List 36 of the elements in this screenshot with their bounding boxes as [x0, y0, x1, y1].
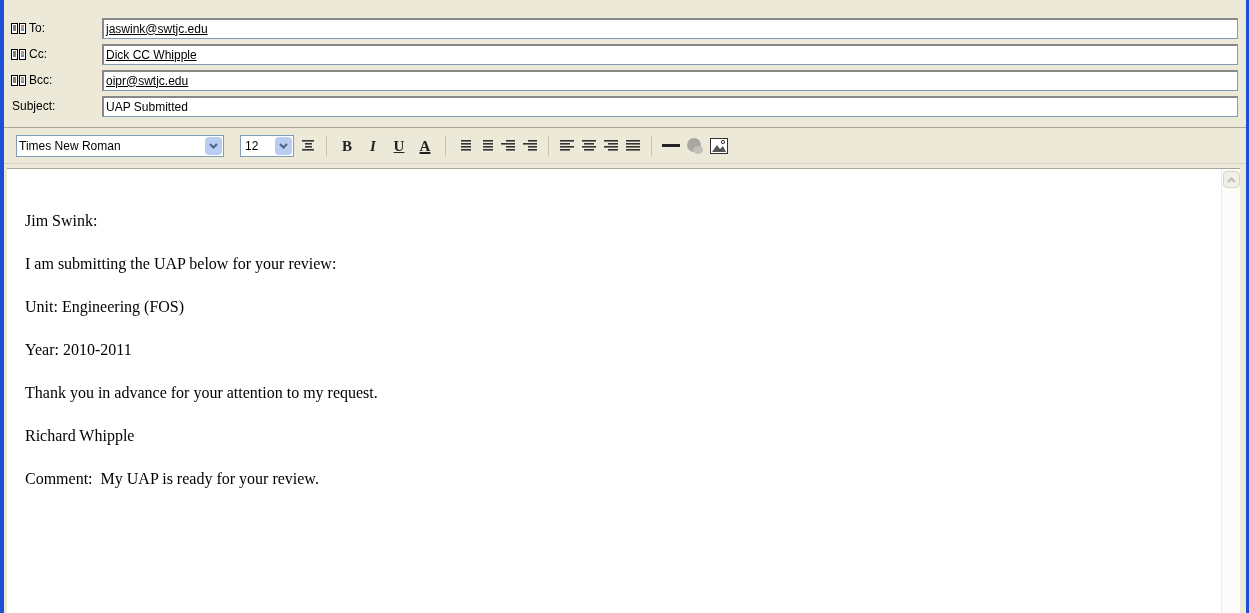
horizontal-line-icon[interactable]	[662, 143, 680, 148]
font-dropdown[interactable]: Times New Roman	[16, 134, 224, 157]
message-paragraph: Thank you in advance for your attention to my request.	[25, 383, 379, 404]
message-paragraph: Year: 2010-2011	[25, 340, 133, 360]
paragraph-style-icon[interactable]	[300, 138, 316, 153]
recipient-label: Cc:	[29, 46, 47, 63]
message-paragraph: Comment: My UAP is ready for your review.	[25, 469, 320, 490]
dropdown-caret-icon[interactable]	[205, 136, 222, 155]
message-paragraph: I am submitting the UAP below for your review:	[25, 254, 338, 275]
field-label: Subject:	[11, 98, 56, 115]
message-paragraph: Richard Whipple	[25, 426, 136, 447]
dropdown-caret-icon[interactable]	[275, 136, 292, 155]
address-book-icon[interactable]	[11, 21, 26, 35]
message-paragraph: Jim Swink:	[25, 211, 99, 231]
recipient-field[interactable]: jaswink@swtjc.edu	[102, 17, 1238, 39]
recipient-label: Bcc:	[29, 72, 53, 89]
italic-button[interactable]: I	[363, 134, 383, 157]
underline-button[interactable]: U	[389, 134, 409, 157]
align-left-icon[interactable]	[559, 138, 575, 153]
recipient-field[interactable]: Dick CC Whipple	[102, 43, 1238, 65]
recipient-label: To:	[29, 20, 45, 37]
size-dropdown[interactable]: 12	[240, 134, 294, 157]
align-center-icon[interactable]	[581, 138, 597, 153]
align-right-icon[interactable]	[603, 138, 619, 153]
address-book-icon[interactable]	[11, 73, 26, 87]
subject-field[interactable]: UAP Submitted	[102, 95, 1238, 117]
justify-icon[interactable]	[625, 138, 641, 153]
font-color-button[interactable]: A	[415, 134, 435, 157]
image-icon[interactable]	[710, 137, 728, 154]
bold-button[interactable]: B	[337, 134, 357, 157]
address-book-icon[interactable]	[11, 47, 26, 61]
scrollbar[interactable]	[1221, 169, 1240, 613]
indent-icon[interactable]	[522, 138, 538, 153]
message-paragraph: Unit: Engineering (FOS)	[25, 297, 186, 318]
outdent-icon[interactable]	[500, 138, 516, 153]
recipient-field[interactable]: oipr@swtjc.edu	[102, 69, 1238, 91]
